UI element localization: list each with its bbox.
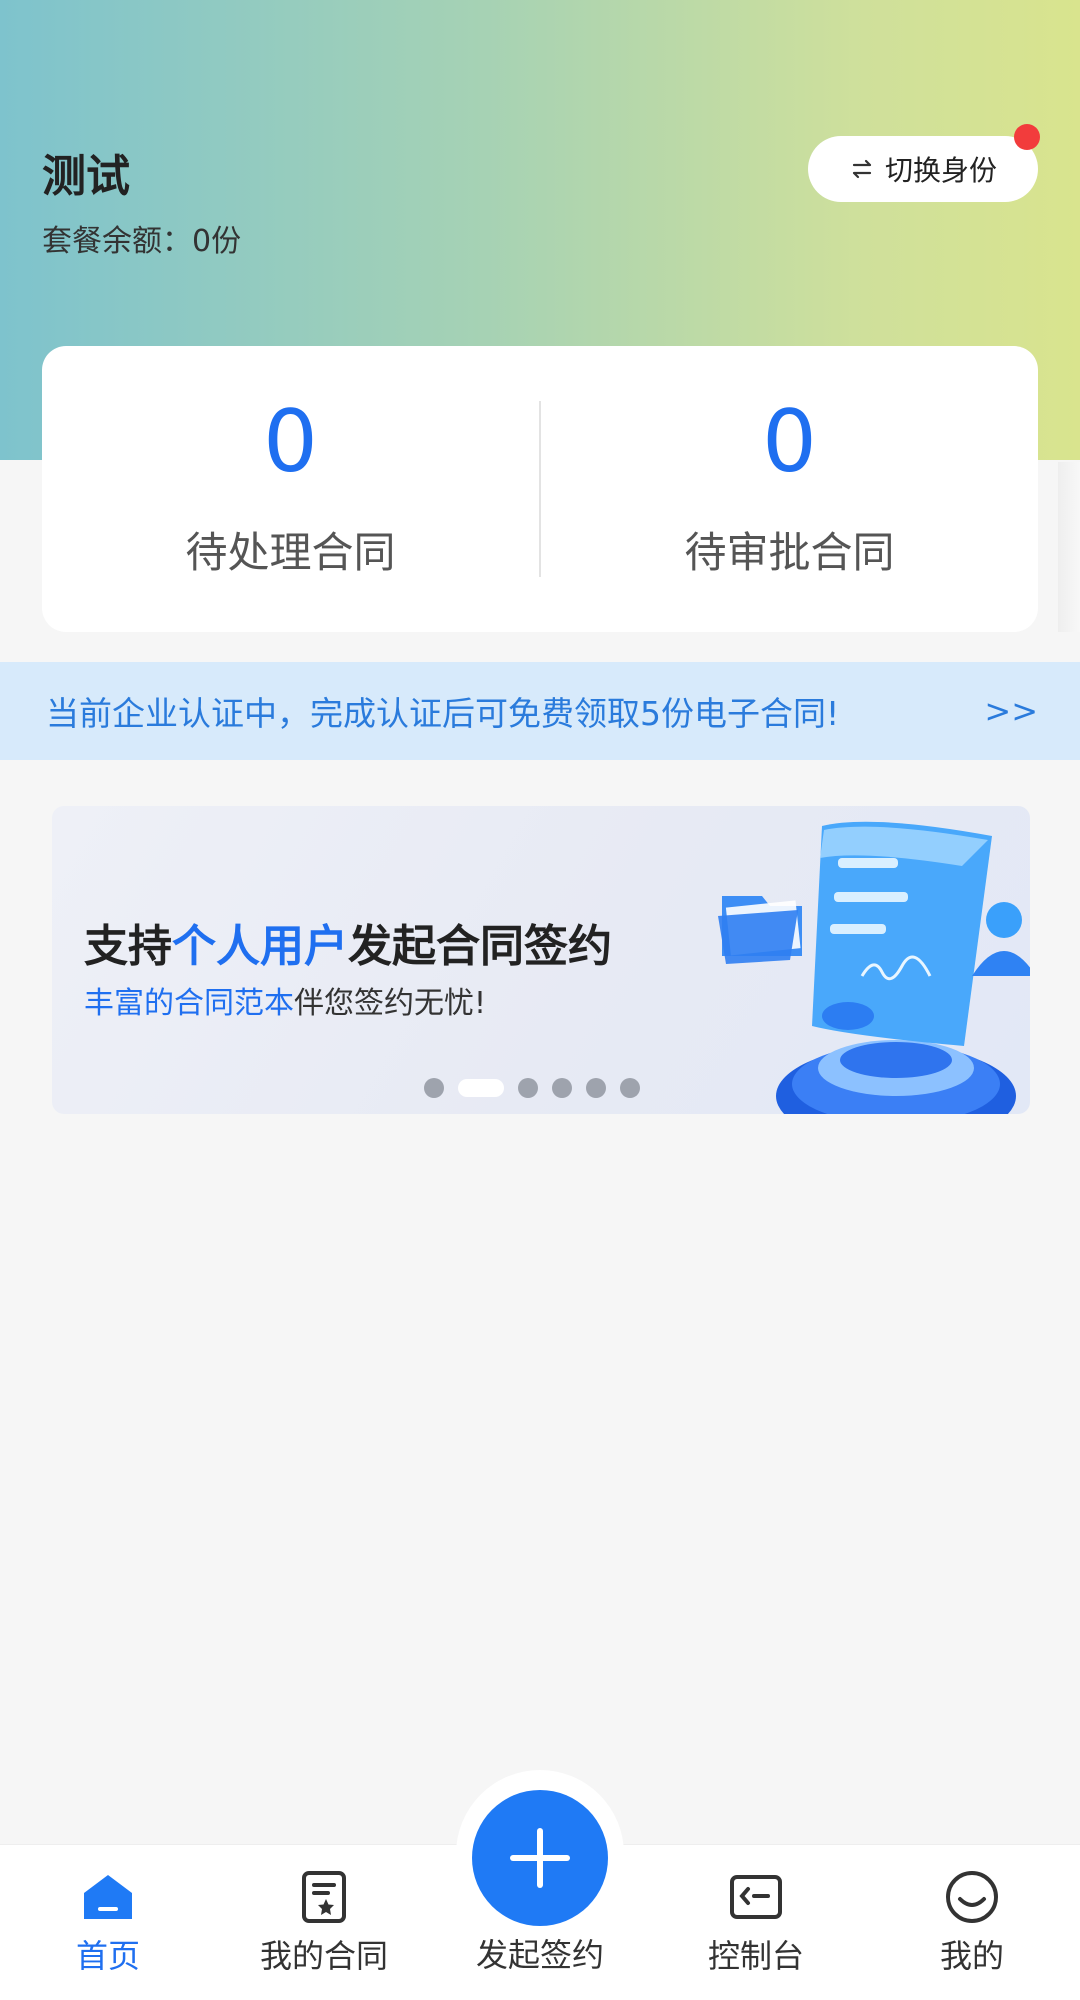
nav-label: 我的 [939,1937,1004,1975]
scroll-document-icon [812,821,992,1046]
carousel-dot[interactable] [424,1078,444,1098]
package-balance: 套餐余额： 0份 [42,216,241,260]
notice-more-arrow[interactable]: >> [984,692,1038,730]
balance-label: 套餐余额： [42,224,192,259]
nav-item-home[interactable]: 首页 [8,1845,208,2000]
banner-subtitle-rest: 伴您签约无忧! [294,986,487,1021]
start-signing-button[interactable] [472,1790,608,1926]
stat-pending-contracts[interactable]: 0 待处理合同 [42,399,539,580]
carousel-dot-active[interactable] [458,1079,504,1097]
nav-label-start-signing[interactable]: 发起签约 [440,1930,640,1976]
certification-notice-bar[interactable]: 当前企业认证中，完成认证后可免费领取5份电子合同! >> [0,662,1080,760]
contract-illustration [718,821,1030,1114]
nav-label: 首页 [75,1937,140,1975]
smile-icon [946,1871,998,1923]
console-icon [730,1875,782,1919]
banner-subtitle-highlight: 丰富的合同范本 [84,986,294,1021]
banner-subtitle: 丰富的合同范本伴您签约无忧! [84,978,486,1022]
contract-icon [302,1871,346,1923]
app-screen: 测试 套餐余额： 0份 切换身份 0 待处理合同 0 待审批合同 当前企业认证中… [0,0,1080,2000]
swap-icon [852,159,872,179]
stat-approval-contracts[interactable]: 0 待审批合同 [541,399,1038,580]
switch-identity-label: 切换身份 [884,154,997,187]
stat-label: 待审批合同 [684,527,895,577]
plus-icon [510,1828,570,1888]
nav-item-my-contracts[interactable]: 我的合同 [224,1845,424,2000]
nav-item-mine[interactable]: 我的 [872,1845,1072,2000]
banner-title-suffix: 发起合同签约 [348,921,612,972]
stat-value: 0 [263,391,318,492]
folder-icon [718,896,802,964]
banner-title: 支持个人用户发起合同签约 [84,910,612,974]
contract-stats-card: 0 待处理合同 0 待审批合同 [42,346,1038,632]
promo-banner[interactable]: 支持个人用户发起合同签约 丰富的合同范本伴您签约无忧! [52,806,1030,1114]
carousel-dot[interactable] [620,1078,640,1098]
nav-item-console[interactable]: 控制台 [656,1845,856,2000]
switch-identity-button[interactable]: 切换身份 [808,124,1040,202]
stat-label: 待处理合同 [185,527,396,577]
card-edge [1058,462,1080,632]
home-icon [84,1875,132,1919]
notification-badge [1014,124,1040,150]
banner-title-prefix: 支持 [84,921,172,972]
carousel-dot[interactable] [518,1078,538,1098]
nav-label: 控制台 [707,1937,804,1975]
nav-label: 我的合同 [259,1937,388,1975]
stat-value: 0 [762,391,817,492]
balance-value: 0份 [192,224,242,259]
carousel-dot[interactable] [552,1078,572,1098]
user-name: 测试 [42,151,130,202]
notice-text: 当前企业认证中，完成认证后可免费领取5份电子合同! [46,694,840,733]
banner-title-highlight: 个人用户 [172,921,348,972]
carousel-indicator [424,1078,640,1098]
carousel-dot[interactable] [586,1078,606,1098]
